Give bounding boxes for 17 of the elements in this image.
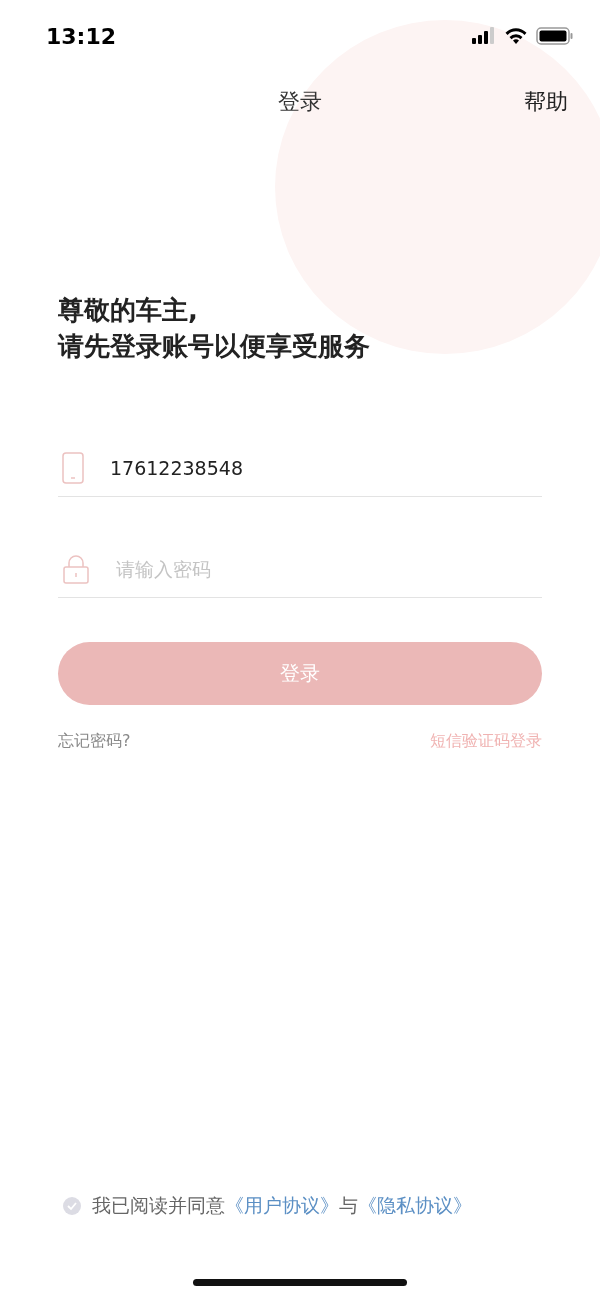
page-title: 登录 — [278, 88, 322, 116]
forgot-password-link[interactable]: 忘记密码? — [58, 731, 131, 752]
battery-icon — [536, 27, 574, 45]
help-link[interactable]: 帮助 — [524, 87, 568, 117]
agreement-text: 我已阅读并同意《用户协议》与《隐私协议》 — [92, 1193, 472, 1218]
agreement-link[interactable]: 《用户协议》 — [225, 1194, 339, 1216]
signal-icon — [472, 27, 496, 45]
lock-icon — [62, 554, 90, 584]
wifi-icon — [504, 27, 528, 45]
phone-input[interactable]: 17612238548 — [110, 448, 542, 488]
password-input[interactable]: 请输入密码 — [116, 549, 542, 589]
sms-login-link[interactable]: 短信验证码登录 — [430, 731, 542, 752]
agree-checkbox[interactable] — [62, 1196, 82, 1216]
agreement-link[interactable]: 《隐私协议》 — [358, 1194, 472, 1216]
welcome-heading: 尊敬的车主, 请先登录账号以便享受服务 — [58, 294, 371, 363]
status-time: 13:12 — [46, 23, 117, 49]
phone-icon — [62, 452, 84, 484]
